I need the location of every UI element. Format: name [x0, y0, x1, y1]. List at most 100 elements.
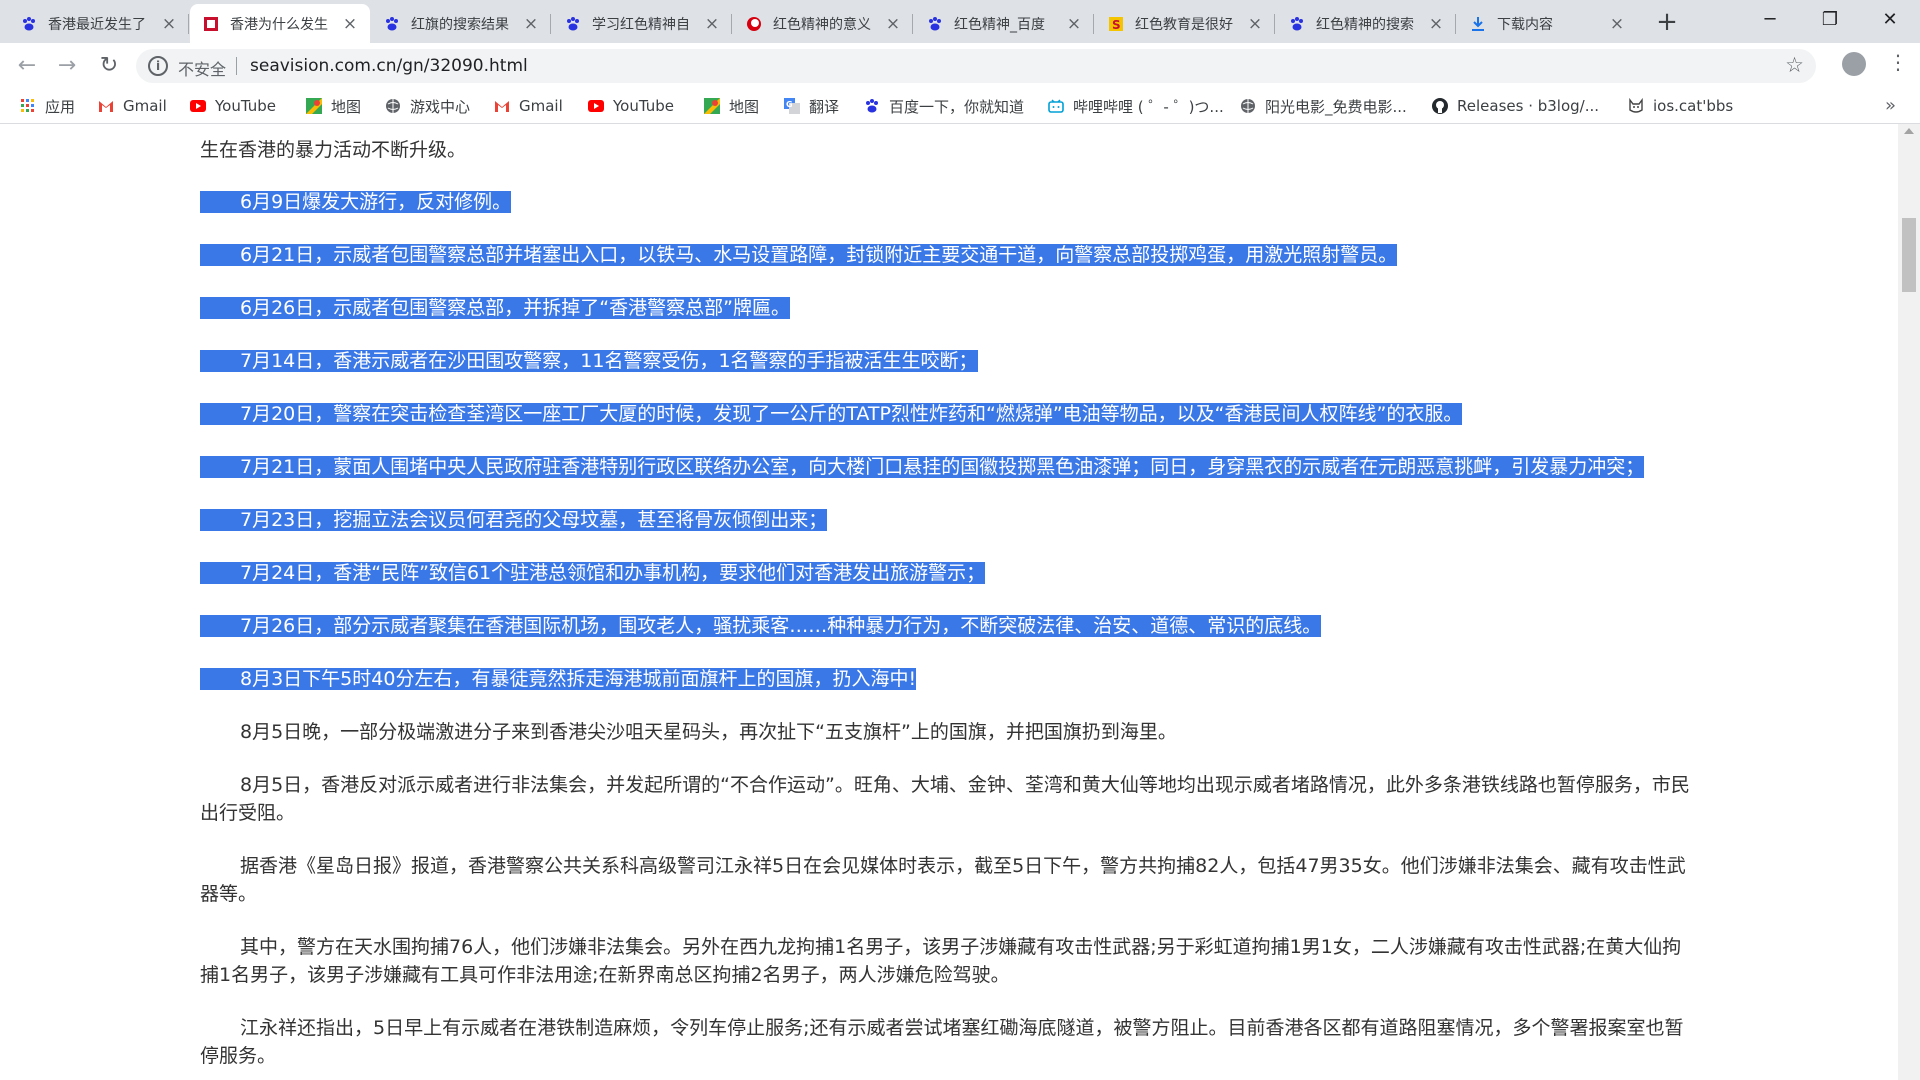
star-icon[interactable]: ☆	[1785, 53, 1804, 77]
youtube-icon	[190, 98, 206, 114]
scroll-up-arrow-icon[interactable]	[1904, 128, 1914, 134]
bilibili-icon	[1048, 98, 1064, 114]
paragraph-text: 7月14日，香港示威者在沙田围攻警察，11名警察受伤，1名警察的手指被活生生咬断…	[200, 350, 978, 372]
paragraph-text: 7月21日，蒙面人围堵中央人民政府驻香港特别行政区联络办公室，向大楼门口悬挂的国…	[200, 456, 1645, 478]
article-paragraph: 8月3日下午5时40分左右，有暴徒竟然拆走海港城前面旗杆上的国旗，扔入海中!	[200, 665, 1700, 693]
paragraph-text: 7月20日，警察在突击检查荃湾区一座工厂大厦的时候，发现了一公斤的TATP烈性炸…	[200, 403, 1463, 425]
bookmark-label: 地图	[729, 97, 760, 116]
info-icon[interactable]: i	[148, 56, 168, 76]
menu-icon[interactable]: ⋮	[1888, 50, 1908, 74]
tab-3[interactable]: 学习红色精神自 ×	[552, 4, 732, 43]
bookmark-translate[interactable]: G 翻译	[784, 95, 839, 117]
tab-title: 香港为什么发生	[230, 16, 328, 33]
bookmark-label: YouTube	[613, 97, 674, 115]
translate-icon: G	[784, 98, 800, 114]
new-tab-button[interactable]: +	[1652, 8, 1682, 38]
close-icon[interactable]: ×	[885, 15, 901, 32]
tab-5[interactable]: 红色精神_百度 ×	[914, 4, 1094, 43]
globe-icon	[385, 98, 401, 114]
toolbar: ← → ↻ i 不安全 seavision.com.cn/gn/32090.ht…	[0, 43, 1920, 89]
profile-avatar[interactable]	[1842, 52, 1866, 76]
bookmark-youtube[interactable]: YouTube	[190, 95, 276, 117]
article-paragraph: 6月9日爆发大游行，反对修例。	[200, 188, 1700, 216]
bookmark-game-center[interactable]: 游戏中心	[385, 95, 470, 117]
forward-button[interactable]: →	[52, 51, 82, 81]
maximize-button[interactable]: ❐	[1800, 0, 1860, 40]
baidu-paw-icon	[564, 15, 582, 33]
download-icon	[1469, 15, 1487, 33]
minimize-button[interactable]: ─	[1740, 0, 1800, 40]
bookmark-youtube-2[interactable]: YouTube	[588, 95, 674, 117]
close-icon[interactable]: ×	[1066, 15, 1082, 32]
bookmark-label: 阳光电影_免费电影...	[1265, 97, 1407, 116]
paragraph-text: 7月23日，挖掘立法会议员何君尧的父母坟墓，甚至将骨灰倾倒出来；	[200, 509, 828, 531]
close-icon[interactable]: ×	[161, 15, 177, 32]
article-paragraph: 7月24日，香港“民阵”致信61个驻港总领馆和办事机构，要求他们对香港发出旅游警…	[200, 559, 1700, 587]
bookmark-label: 地图	[331, 97, 362, 116]
bookmark-label: Gmail	[519, 97, 563, 115]
bookmark-movie[interactable]: 阳光电影_免费电影...	[1240, 95, 1407, 117]
bookmark-label: 翻译	[809, 97, 840, 116]
tab-1[interactable]: 香港为什么发生 ×	[190, 4, 370, 43]
tab-title: 学习红色精神自	[592, 16, 690, 33]
svg-text:G: G	[786, 100, 793, 109]
bookmark-baidu[interactable]: 百度一下，你就知道	[864, 95, 1024, 117]
bookmark-label: 百度一下，你就知道	[889, 97, 1025, 116]
baidu-paw-icon	[1288, 15, 1306, 33]
bookmark-label: 应用	[45, 97, 76, 116]
divider	[236, 57, 237, 75]
close-icon[interactable]: ×	[523, 15, 539, 32]
bookmark-gmail[interactable]: Gmail	[98, 95, 167, 117]
chevron-more-icon[interactable]: »	[1885, 95, 1896, 116]
bookmark-maps[interactable]: 地图	[306, 95, 361, 117]
reload-button[interactable]: ↻	[94, 51, 124, 81]
close-icon[interactable]: ×	[1609, 15, 1625, 32]
tab-4[interactable]: 红色精神的意义 ×	[733, 4, 913, 43]
tab-8[interactable]: 下载内容 ×	[1457, 4, 1637, 43]
bookmark-label: 游戏中心	[410, 97, 471, 116]
article-paragraph: 7月26日，部分示威者聚集在香港国际机场，围攻老人，骚扰乘客……种种暴力行为，不…	[200, 612, 1700, 640]
close-window-button[interactable]: ✕	[1860, 0, 1920, 40]
tab-6[interactable]: S 红色教育是很好 ×	[1095, 4, 1275, 43]
article-paragraph: 7月14日，香港示威者在沙田围攻警察，11名警察受伤，1名警察的手指被活生生咬断…	[200, 347, 1700, 375]
back-button[interactable]: ←	[12, 51, 42, 81]
svg-text:S: S	[1112, 18, 1121, 32]
bookmark-label: Releases · b3log/...	[1457, 97, 1600, 115]
article-paragraph: 7月20日，警察在突击检查荃湾区一座工厂大厦的时候，发现了一公斤的TATP烈性炸…	[200, 400, 1700, 428]
tab-strip: 香港最近发生了 × 香港为什么发生 × 红旗的搜索结果 × 学习红色精神自 × …	[0, 0, 1920, 43]
maps-icon	[306, 98, 322, 114]
close-icon[interactable]: ×	[342, 15, 358, 32]
paragraph-text: 8月3日下午5时40分左右，有暴徒竟然拆走海港城前面旗杆上的国旗，扔入海中!	[200, 668, 917, 690]
tab-7[interactable]: 红色精神的搜索 ×	[1276, 4, 1456, 43]
article-paragraph: 6月26日，示威者包围警察总部，并拆掉了“香港警察总部”牌匾。	[200, 294, 1700, 322]
url-text[interactable]: seavision.com.cn/gn/32090.html	[250, 56, 528, 76]
tab-2[interactable]: 红旗的搜索结果 ×	[371, 4, 551, 43]
article-paragraph: 8月5日，香港反对派示威者进行非法集会，并发起所谓的“不合作运动”。旺角、大埔、…	[200, 774, 1690, 824]
youtube-icon	[588, 98, 604, 114]
baidu-paw-icon	[864, 98, 880, 114]
baidu-paw-icon	[383, 15, 401, 33]
bookmark-gmail-2[interactable]: Gmail	[494, 95, 563, 117]
bookmark-maps-2[interactable]: 地图	[704, 95, 759, 117]
bookmark-label: Gmail	[123, 97, 167, 115]
close-icon[interactable]: ×	[1247, 15, 1263, 32]
article-paragraph: 7月21日，蒙面人围堵中央人民政府驻香港特别行政区联络办公室，向大楼门口悬挂的国…	[200, 453, 1700, 481]
scroll-thumb[interactable]	[1902, 218, 1916, 292]
tab-0[interactable]: 香港最近发生了 ×	[8, 4, 189, 43]
close-icon[interactable]: ×	[1428, 15, 1444, 32]
bookmark-github-releases[interactable]: Releases · b3log/...	[1432, 95, 1599, 117]
paragraph-text: 生在香港的暴力活动不断升级。	[200, 139, 467, 161]
tab-title: 下载内容	[1497, 16, 1553, 33]
address-bar[interactable]: i 不安全 seavision.com.cn/gn/32090.html ☆	[136, 49, 1816, 83]
gmail-icon	[494, 98, 510, 114]
article-paragraph: 8月5日晚，一部分极端激进分子来到香港尖沙咀天星码头，再次扯下“五支旗杆”上的国…	[240, 721, 1177, 743]
apps-grid-icon	[20, 98, 36, 114]
bookmark-apps[interactable]: 应用	[20, 95, 75, 117]
tab-title: 红色精神_百度	[954, 16, 1045, 33]
bookmark-bilibili[interactable]: 哔哩哔哩 ( ゜- ゜)つ...	[1048, 95, 1224, 117]
close-icon[interactable]: ×	[704, 15, 720, 32]
vertical-scrollbar[interactable]	[1898, 124, 1920, 1080]
security-label[interactable]: 不安全	[178, 56, 226, 80]
bookmark-ios-cat[interactable]: ios.cat'bbs	[1628, 95, 1733, 117]
tab-title: 红旗的搜索结果	[411, 16, 509, 33]
